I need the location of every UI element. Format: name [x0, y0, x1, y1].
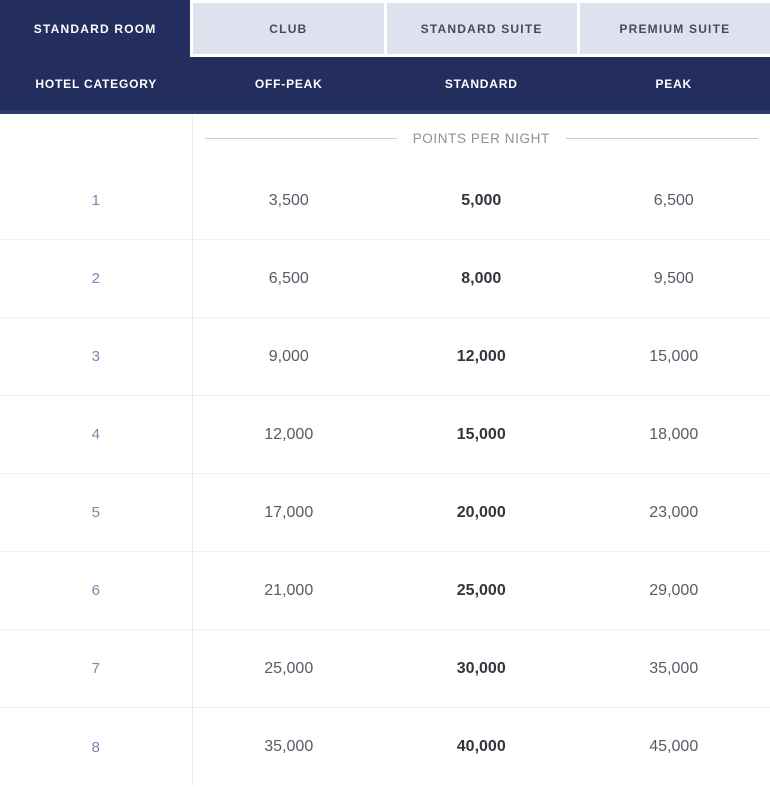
- peak-cell: 29,000: [649, 581, 699, 599]
- standard-cell: 20,000: [456, 503, 506, 521]
- table-header-row: HOTEL CATEGORY OFF-PEAK STANDARD PEAK: [0, 57, 770, 114]
- off-peak-cell: 3,500: [268, 191, 309, 209]
- points-band-spacer: [0, 114, 193, 162]
- tab-premium-suite[interactable]: PREMIUM SUITE: [579, 3, 770, 54]
- tab-club[interactable]: CLUB: [193, 3, 384, 54]
- tab-club-label: CLUB: [269, 21, 308, 36]
- peak-cell: 23,000: [649, 503, 699, 521]
- standard-cell: 8,000: [461, 269, 502, 287]
- table-row: 5 17,000 20,000 23,000: [0, 474, 770, 552]
- off-peak-cell: 17,000: [264, 503, 314, 521]
- tab-standard-room[interactable]: STANDARD ROOM: [0, 0, 191, 57]
- off-peak-cell: 21,000: [264, 581, 314, 599]
- peak-cell: 15,000: [649, 347, 699, 365]
- table-row: 6 21,000 25,000 29,000: [0, 552, 770, 630]
- column-header-off-peak: OFF-PEAK: [254, 76, 323, 91]
- category-cell: 8: [0, 708, 193, 786]
- standard-cell: 15,000: [456, 425, 506, 443]
- column-header-peak: PEAK: [655, 76, 693, 91]
- table-row: 3 9,000 12,000 15,000: [0, 318, 770, 396]
- right-rule-line: [565, 137, 758, 139]
- off-peak-cell: 12,000: [264, 425, 314, 443]
- peak-cell: 35,000: [649, 659, 699, 677]
- category-cell: 2: [0, 240, 193, 317]
- category-cell: 6: [0, 552, 193, 629]
- off-peak-cell: 35,000: [264, 738, 314, 755]
- off-peak-cell: 6,500: [268, 269, 309, 287]
- standard-cell: 40,000: [456, 738, 506, 755]
- table-row: 8 35,000 40,000 45,000: [0, 708, 770, 786]
- column-header-standard: STANDARD: [444, 76, 518, 91]
- points-per-night-label: POINTS PER NIGHT: [412, 130, 550, 146]
- tab-standard-suite-label: STANDARD SUITE: [420, 21, 543, 36]
- points-per-night-band: POINTS PER NIGHT: [0, 114, 770, 162]
- standard-cell: 12,000: [456, 347, 506, 365]
- standard-cell: 30,000: [456, 659, 506, 677]
- left-rule-line: [204, 137, 397, 139]
- peak-cell: 9,500: [653, 269, 694, 287]
- category-cell: 3: [0, 318, 193, 395]
- peak-cell: 45,000: [649, 738, 699, 755]
- room-type-tabs: STANDARD ROOM CLUB STANDARD SUITE PREMIU…: [0, 0, 770, 57]
- off-peak-cell: 25,000: [264, 659, 314, 677]
- category-cell: 1: [0, 162, 193, 239]
- table-body: POINTS PER NIGHT 1 3,500 5,000 6,500 2 6…: [0, 114, 770, 786]
- tab-standard-suite[interactable]: STANDARD SUITE: [386, 3, 577, 54]
- category-cell: 5: [0, 474, 193, 551]
- off-peak-cell: 9,000: [268, 347, 309, 365]
- standard-cell: 25,000: [456, 581, 506, 599]
- points-band-content: POINTS PER NIGHT: [193, 114, 770, 162]
- peak-cell: 6,500: [653, 191, 694, 209]
- table-row: 1 3,500 5,000 6,500: [0, 162, 770, 240]
- award-points-chart: STANDARD ROOM CLUB STANDARD SUITE PREMIU…: [0, 0, 770, 787]
- table-row: 2 6,500 8,000 9,500: [0, 240, 770, 318]
- tab-standard-room-label: STANDARD ROOM: [33, 21, 157, 36]
- table-row: 4 12,000 15,000 18,000: [0, 396, 770, 474]
- peak-cell: 18,000: [649, 425, 699, 443]
- table-row: 7 25,000 30,000 35,000: [0, 630, 770, 708]
- category-cell: 7: [0, 630, 193, 707]
- category-cell: 4: [0, 396, 193, 473]
- column-header-hotel-category: HOTEL CATEGORY: [35, 76, 158, 91]
- tab-premium-suite-label: PREMIUM SUITE: [619, 21, 731, 36]
- standard-cell: 5,000: [461, 191, 502, 209]
